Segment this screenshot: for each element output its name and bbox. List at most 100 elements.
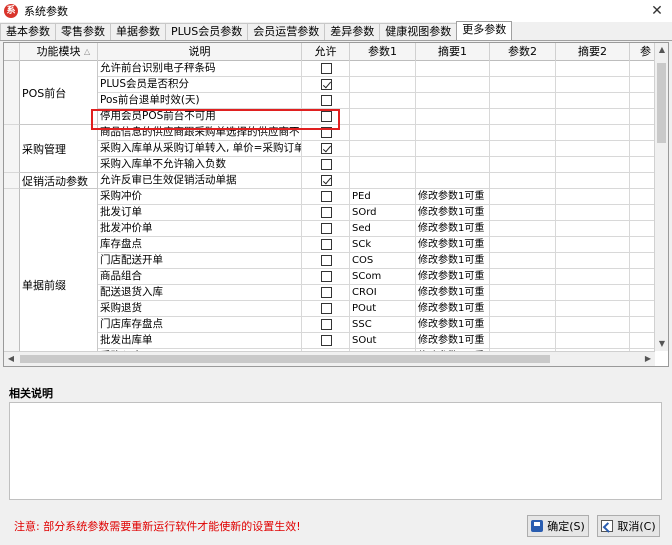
param3-cell[interactable] — [630, 317, 655, 333]
param1-cell[interactable]: SCk — [350, 237, 416, 253]
desc-cell[interactable]: 采购入库单从采购订单转入, 单价=采购订单 — [98, 141, 302, 157]
param1-cell[interactable] — [350, 61, 416, 77]
param2-cell[interactable] — [490, 61, 556, 77]
allow-checkbox[interactable] — [321, 191, 332, 202]
param1-cell[interactable]: SOut — [350, 333, 416, 349]
allow-checkbox[interactable] — [321, 271, 332, 282]
param3-cell[interactable] — [630, 269, 655, 285]
tab-2[interactable]: 单据参数 — [110, 23, 166, 40]
param3-cell[interactable] — [630, 237, 655, 253]
tab-3[interactable]: PLUS会员参数 — [165, 23, 249, 40]
param1-cell[interactable] — [350, 173, 416, 189]
allow-checkbox[interactable] — [321, 287, 332, 298]
param2-cell[interactable] — [490, 285, 556, 301]
summary1-cell[interactable] — [416, 109, 490, 125]
param1-cell[interactable]: SSC — [350, 317, 416, 333]
allow-checkbox[interactable] — [321, 223, 332, 234]
desc-cell[interactable]: 采购退货 — [98, 301, 302, 317]
param2-cell[interactable] — [490, 77, 556, 93]
param3-cell[interactable] — [630, 61, 655, 77]
vertical-scrollbar[interactable]: ▲ ▼ — [654, 43, 668, 351]
col-allow-header[interactable]: 允许 — [302, 43, 350, 61]
col-summary2-header[interactable]: 摘要2 — [556, 43, 630, 61]
scroll-down-icon[interactable]: ▼ — [655, 337, 668, 351]
summary2-cell[interactable] — [556, 93, 630, 109]
horizontal-scrollbar[interactable]: ◀ ▶ — [4, 351, 655, 366]
summary1-cell[interactable] — [416, 157, 490, 173]
allow-checkbox[interactable] — [321, 255, 332, 266]
desc-cell[interactable]: 商品信息的供应商跟采购单选择的供应商不 — [98, 125, 302, 141]
param2-cell[interactable] — [490, 253, 556, 269]
allow-checkbox[interactable] — [321, 159, 332, 170]
desc-cell[interactable]: 允许前台识别电子秤条码 — [98, 61, 302, 77]
summary2-cell[interactable] — [556, 77, 630, 93]
param2-cell[interactable] — [490, 125, 556, 141]
param2-cell[interactable] — [490, 93, 556, 109]
notes-textarea[interactable] — [9, 402, 662, 500]
param1-cell[interactable] — [350, 77, 416, 93]
param1-cell[interactable]: Sed — [350, 221, 416, 237]
tab-1[interactable]: 零售参数 — [55, 23, 111, 40]
desc-cell[interactable]: 批发冲价单 — [98, 221, 302, 237]
summary1-cell[interactable]: 修改参数1可重 — [416, 301, 490, 317]
summary1-cell[interactable]: 修改参数1可重 — [416, 317, 490, 333]
summary1-cell[interactable] — [416, 141, 490, 157]
param3-cell[interactable] — [630, 301, 655, 317]
summary2-cell[interactable] — [556, 61, 630, 77]
param3-cell[interactable] — [630, 253, 655, 269]
param1-cell[interactable] — [350, 157, 416, 173]
param3-cell[interactable] — [630, 141, 655, 157]
param1-cell[interactable]: COS — [350, 253, 416, 269]
param1-cell[interactable] — [350, 93, 416, 109]
allow-checkbox[interactable] — [321, 143, 332, 154]
param3-cell[interactable] — [630, 93, 655, 109]
desc-cell[interactable]: 门店库存盘点 — [98, 317, 302, 333]
param1-cell[interactable]: SCom — [350, 269, 416, 285]
summary2-cell[interactable] — [556, 269, 630, 285]
summary2-cell[interactable] — [556, 253, 630, 269]
allow-checkbox[interactable] — [321, 79, 332, 90]
param2-cell[interactable] — [490, 109, 556, 125]
summary2-cell[interactable] — [556, 125, 630, 141]
row-header[interactable] — [4, 125, 20, 173]
param2-cell[interactable] — [490, 141, 556, 157]
allow-checkbox[interactable] — [321, 319, 332, 330]
param2-cell[interactable] — [490, 301, 556, 317]
summary1-cell[interactable]: 修改参数1可重 — [416, 333, 490, 349]
param1-cell[interactable]: CROI — [350, 285, 416, 301]
param2-cell[interactable] — [490, 333, 556, 349]
allow-checkbox[interactable] — [321, 127, 332, 138]
desc-cell[interactable]: 批发订单 — [98, 205, 302, 221]
row-header[interactable] — [4, 189, 20, 351]
summary1-cell[interactable] — [416, 77, 490, 93]
allow-checkbox[interactable] — [321, 63, 332, 74]
col-param2-header[interactable]: 参数2 — [490, 43, 556, 61]
desc-cell[interactable]: 配送退货入库 — [98, 285, 302, 301]
desc-cell[interactable]: 批发出库单 — [98, 333, 302, 349]
param3-cell[interactable] — [630, 285, 655, 301]
col-param1-header[interactable]: 参数1 — [350, 43, 416, 61]
col-desc-header[interactable]: 说明 — [98, 43, 302, 61]
summary2-cell[interactable] — [556, 205, 630, 221]
summary1-cell[interactable]: 修改参数1可重 — [416, 253, 490, 269]
desc-cell[interactable]: 允许反审已生效促销活动单据 — [98, 173, 302, 189]
summary1-cell[interactable]: 修改参数1可重 — [416, 285, 490, 301]
summary2-cell[interactable] — [556, 157, 630, 173]
row-header[interactable] — [4, 173, 20, 189]
param1-cell[interactable]: PEd — [350, 189, 416, 205]
ok-button[interactable]: 确定(S) — [527, 515, 589, 537]
param2-cell[interactable] — [490, 221, 556, 237]
summary1-cell[interactable] — [416, 93, 490, 109]
summary1-cell[interactable]: 修改参数1可重 — [416, 237, 490, 253]
summary1-cell[interactable]: 修改参数1可重 — [416, 221, 490, 237]
tab-4[interactable]: 会员运营参数 — [247, 23, 326, 40]
desc-cell[interactable]: 采购入库单不允许输入负数 — [98, 157, 302, 173]
horizontal-scroll-thumb[interactable] — [20, 355, 550, 363]
param1-cell[interactable] — [350, 109, 416, 125]
close-button[interactable]: ✕ — [648, 2, 666, 20]
param3-cell[interactable] — [630, 333, 655, 349]
tab-7[interactable]: 更多参数 — [456, 21, 513, 40]
summary1-cell[interactable]: 修改参数1可重 — [416, 189, 490, 205]
param2-cell[interactable] — [490, 189, 556, 205]
desc-cell[interactable]: PLUS会员是否积分 — [98, 77, 302, 93]
